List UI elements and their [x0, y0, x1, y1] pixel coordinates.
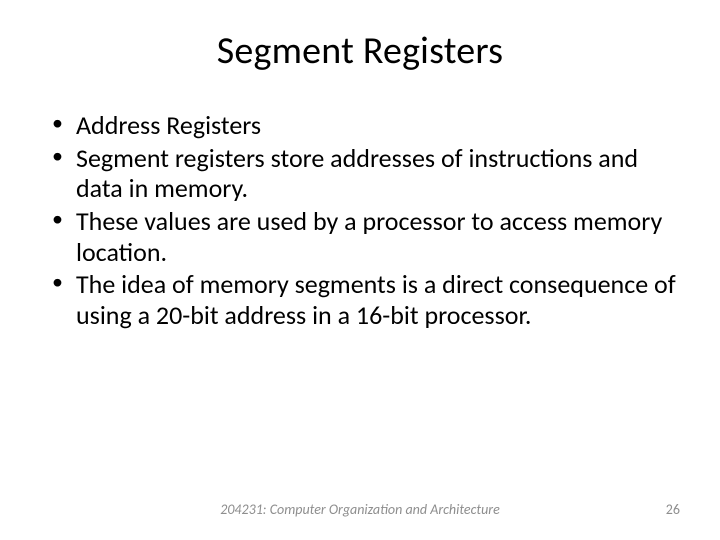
footer-text: 204231: Computer Organization and Archit… — [0, 501, 720, 518]
list-item: These values are used by a processor to … — [48, 206, 680, 267]
list-item: Segment registers store addresses of ins… — [48, 143, 680, 204]
list-item: Address Registers — [48, 110, 680, 141]
bullet-list: Address Registers Segment registers stor… — [40, 110, 680, 333]
page-number: 26 — [666, 501, 680, 518]
slide: Segment Registers Address Registers Segm… — [0, 0, 720, 540]
list-item: The idea of memory segments is a direct … — [48, 269, 680, 330]
slide-title: Segment Registers — [40, 28, 680, 74]
